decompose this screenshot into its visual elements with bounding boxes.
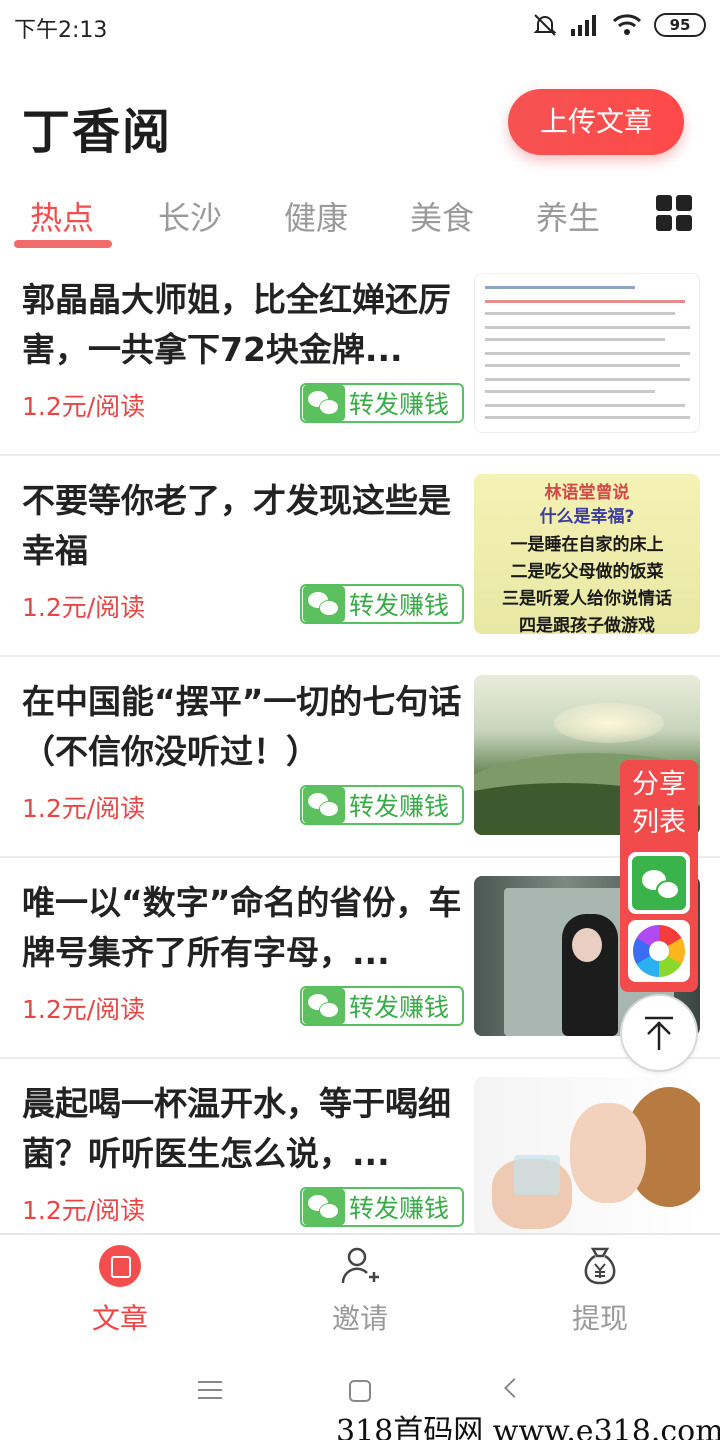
- wechat-icon: [303, 1189, 345, 1225]
- nav-label: 提现: [571, 1302, 628, 1335]
- watermark: 318首码网 www.e318.com: [336, 1414, 720, 1440]
- article-icon: [99, 1245, 141, 1287]
- article-thumbnail[interactable]: [474, 273, 700, 433]
- status-bar: 下午2:13 95: [0, 0, 720, 52]
- bottom-nav: 文章 邀请 提现: [0, 1233, 720, 1343]
- wifi-icon: [612, 14, 642, 35]
- wechat-share-icon[interactable]: [628, 852, 690, 914]
- tab-hot[interactable]: 热点: [30, 193, 94, 239]
- article-price: 1.2元/阅读: [22, 593, 146, 622]
- home-icon[interactable]: [349, 1380, 371, 1402]
- wechat-icon: [303, 787, 345, 823]
- article-feed: 郭晶晶大师姐，比全红婵还厉害，一共拿下72块金牌... 1.2元/阅读 转发赚钱…: [0, 255, 720, 1260]
- withdraw-icon: [584, 1247, 616, 1285]
- article-item[interactable]: 晨起喝一杯温开水，等于喝细菌？听听医生怎么说，... 1.2元/阅读 转发赚钱: [0, 1059, 720, 1260]
- invite-icon: [341, 1247, 379, 1284]
- nav-withdraw[interactable]: 提现: [480, 1235, 720, 1345]
- article-price: 1.2元/阅读: [22, 995, 146, 1024]
- article-title[interactable]: 唯一以“数字”命名的省份，车牌号集齐了所有字母，...: [22, 878, 468, 978]
- tab-food[interactable]: 美食: [410, 193, 474, 239]
- thumbnail-text: 三是听爱人给你说情话: [502, 589, 672, 609]
- article-item[interactable]: 不要等你老了，才发现这些是幸福 1.2元/阅读 转发赚钱 林语堂曾说 什么是幸福…: [0, 456, 720, 657]
- back-to-top-button[interactable]: [620, 994, 698, 1072]
- thumbnail-text: 四是跟孩子做游戏: [519, 616, 655, 634]
- status-icons: 95: [532, 12, 706, 38]
- article-item[interactable]: 在中国能“摆平”一切的七句话（不信你没听过！） 1.2元/阅读 转发赚钱: [0, 657, 720, 858]
- category-tabs: 热点 长沙 健康 美食 养生: [0, 185, 720, 255]
- thumbnail-text: 林语堂曾说: [544, 483, 630, 503]
- signal-icon: [571, 15, 596, 36]
- wechat-icon: [303, 586, 345, 622]
- share-earn-label: 转发赚钱: [349, 1194, 450, 1223]
- tab-health[interactable]: 健康: [284, 193, 348, 239]
- menu-icon[interactable]: [198, 1381, 222, 1399]
- article-title[interactable]: 晨起喝一杯温开水，等于喝细菌？听听医生怎么说，...: [22, 1079, 468, 1179]
- article-title[interactable]: 郭晶晶大师姐，比全红婵还厉害，一共拿下72块金牌...: [22, 275, 468, 375]
- nav-article[interactable]: 文章: [0, 1235, 240, 1345]
- article-item[interactable]: 唯一以“数字”命名的省份，车牌号集齐了所有字母，... 1.2元/阅读 转发赚钱: [0, 858, 720, 1059]
- article-price: 1.2元/阅读: [22, 794, 146, 823]
- article-title[interactable]: 在中国能“摆平”一切的七句话（不信你没听过！）: [22, 677, 468, 777]
- grid-menu-icon[interactable]: [656, 195, 692, 231]
- nav-label: 邀请: [331, 1302, 388, 1335]
- share-earn-button[interactable]: 转发赚钱: [300, 785, 464, 825]
- nav-label: 文章: [91, 1302, 148, 1335]
- mute-bell-icon: [533, 14, 557, 36]
- article-thumbnail[interactable]: [474, 1077, 700, 1237]
- article-item[interactable]: 郭晶晶大师姐，比全红婵还厉害，一共拿下72块金牌... 1.2元/阅读 转发赚钱: [0, 255, 720, 456]
- nav-invite[interactable]: 邀请: [240, 1235, 480, 1345]
- arrow-up-icon: [645, 1016, 673, 1050]
- share-earn-button[interactable]: 转发赚钱: [300, 584, 464, 624]
- share-earn-button[interactable]: 转发赚钱: [300, 1187, 464, 1227]
- share-earn-label: 转发赚钱: [349, 390, 450, 419]
- article-thumbnail[interactable]: 林语堂曾说 什么是幸福? 一是睡在自家的床上 二是吃父母做的饭菜 三是听爱人给你…: [474, 474, 700, 634]
- tab-wellness[interactable]: 养生: [536, 193, 600, 239]
- thumbnail-text: 什么是幸福?: [539, 507, 635, 527]
- share-list-panel: 分享列表: [620, 760, 698, 992]
- share-earn-label: 转发赚钱: [349, 993, 450, 1022]
- article-title[interactable]: 不要等你老了，才发现这些是幸福: [22, 476, 468, 576]
- share-list-title: 分享列表: [632, 769, 686, 838]
- upload-article-button[interactable]: 上传文章: [508, 89, 684, 155]
- share-earn-label: 转发赚钱: [349, 792, 450, 821]
- back-icon[interactable]: [504, 1378, 524, 1398]
- share-earn-label: 转发赚钱: [349, 591, 450, 620]
- article-price: 1.2元/阅读: [22, 392, 146, 421]
- wechat-icon: [303, 988, 345, 1024]
- active-tab-indicator: [14, 240, 112, 248]
- wechat-icon: [303, 385, 345, 421]
- battery-icon: 95: [654, 13, 706, 37]
- moments-share-icon[interactable]: [628, 920, 690, 982]
- thumbnail-text: 一是睡在自家的床上: [510, 535, 664, 555]
- thumbnail-text: 二是吃父母做的饭菜: [510, 562, 664, 582]
- status-time: 下午2:13: [14, 18, 108, 43]
- share-earn-button[interactable]: 转发赚钱: [300, 383, 464, 423]
- share-earn-button[interactable]: 转发赚钱: [300, 986, 464, 1026]
- article-price: 1.2元/阅读: [22, 1196, 146, 1225]
- tab-changsha[interactable]: 长沙: [158, 193, 222, 239]
- app-title: 丁香阅: [22, 104, 173, 160]
